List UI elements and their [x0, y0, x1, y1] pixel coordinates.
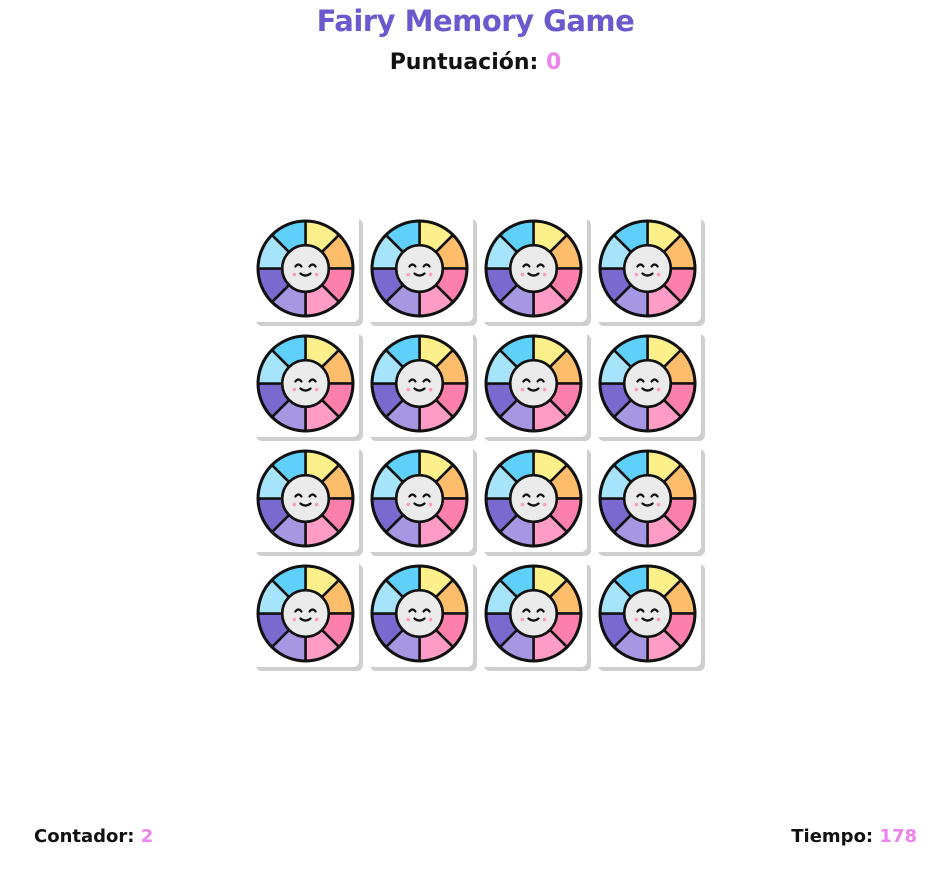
- memory-card[interactable]: [480, 560, 587, 667]
- smiling-color-wheel-icon: [597, 448, 698, 549]
- memory-card[interactable]: [594, 445, 701, 552]
- time-value: 178: [879, 826, 917, 847]
- smiling-color-wheel-icon: [483, 448, 584, 549]
- smiling-color-wheel-icon: [483, 333, 584, 434]
- memory-card[interactable]: [594, 215, 701, 322]
- memory-card[interactable]: [252, 445, 359, 552]
- game-title: Fairy Memory Game: [316, 4, 635, 38]
- memory-card[interactable]: [594, 560, 701, 667]
- memory-card[interactable]: [480, 445, 587, 552]
- memory-card[interactable]: [594, 330, 701, 437]
- smiling-color-wheel-icon: [483, 218, 584, 319]
- smiling-color-wheel-icon: [369, 333, 470, 434]
- memory-card[interactable]: [366, 560, 473, 667]
- time-label: Tiempo:: [791, 826, 874, 847]
- smiling-color-wheel-icon: [369, 218, 470, 319]
- memory-card[interactable]: [252, 560, 359, 667]
- smiling-color-wheel-icon: [369, 448, 470, 549]
- memory-card[interactable]: [252, 215, 359, 322]
- card-board: [252, 215, 710, 673]
- smiling-color-wheel-icon: [255, 218, 356, 319]
- smiling-color-wheel-icon: [597, 333, 698, 434]
- smiling-color-wheel-icon: [255, 563, 356, 664]
- move-counter: Contador: 2: [34, 826, 153, 847]
- memory-card[interactable]: [366, 445, 473, 552]
- counter-label: Contador:: [34, 826, 135, 847]
- smiling-color-wheel-icon: [369, 563, 470, 664]
- memory-card[interactable]: [480, 330, 587, 437]
- memory-card[interactable]: [480, 215, 587, 322]
- smiling-color-wheel-icon: [597, 218, 698, 319]
- smiling-color-wheel-icon: [597, 563, 698, 664]
- timer: Tiempo: 178: [791, 826, 917, 847]
- memory-card[interactable]: [366, 330, 473, 437]
- score-display: Puntuación: 0: [0, 50, 951, 75]
- counter-value: 2: [140, 826, 154, 847]
- score-value: 0: [546, 50, 562, 75]
- memory-card[interactable]: [366, 215, 473, 322]
- score-label: Puntuación:: [389, 50, 539, 75]
- memory-card[interactable]: [252, 330, 359, 437]
- smiling-color-wheel-icon: [255, 448, 356, 549]
- smiling-color-wheel-icon: [483, 563, 584, 664]
- smiling-color-wheel-icon: [255, 333, 356, 434]
